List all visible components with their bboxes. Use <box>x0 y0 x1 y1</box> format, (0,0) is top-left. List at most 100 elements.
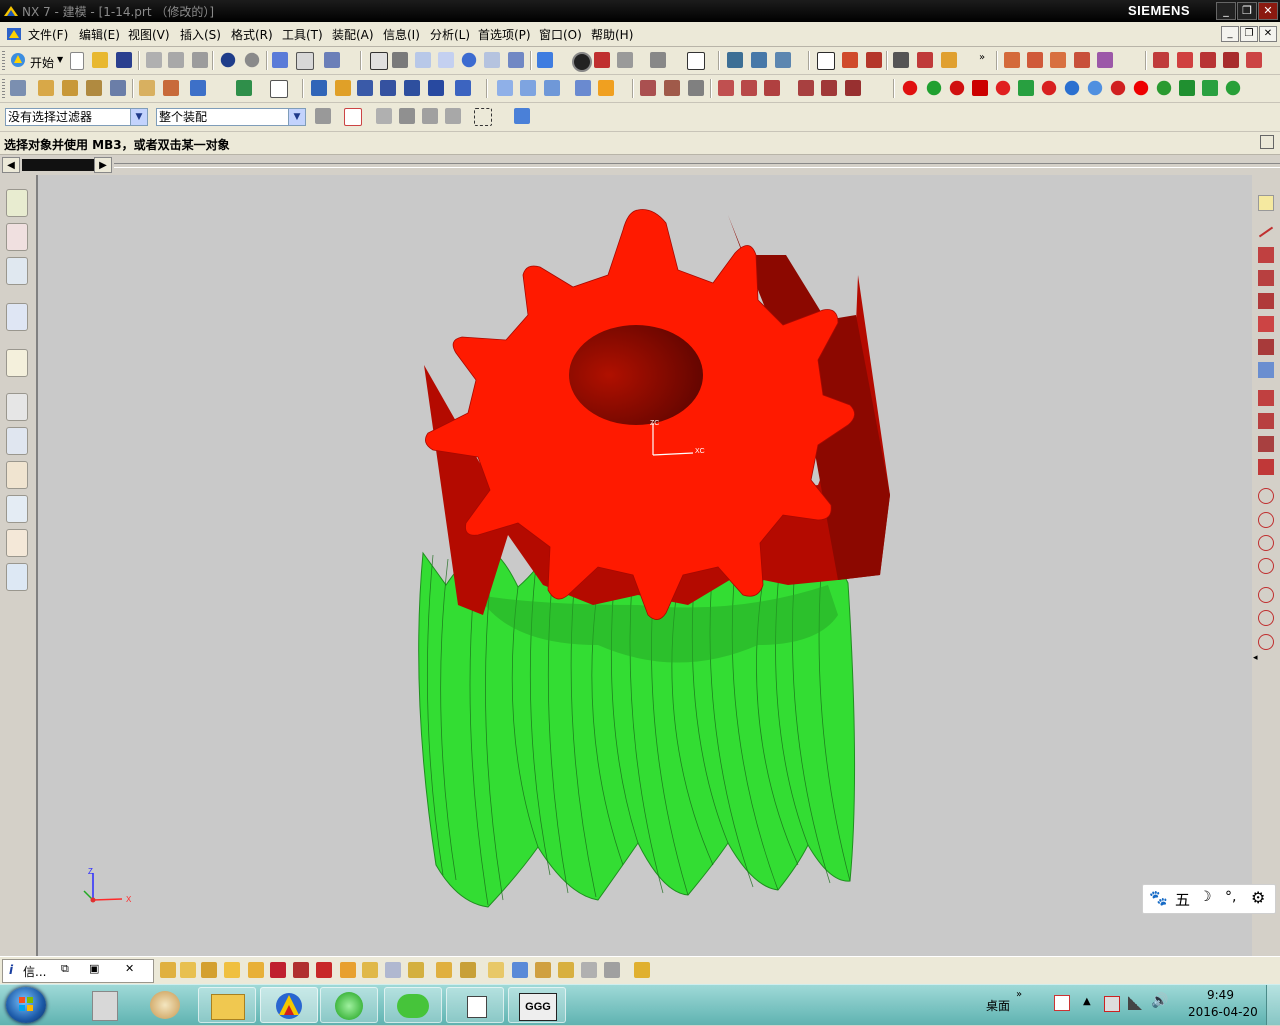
menu-information[interactable]: 信息(I) <box>383 26 420 43</box>
boss-icon[interactable] <box>110 80 126 96</box>
sketch-icon[interactable] <box>311 80 327 96</box>
color-torus-icon[interactable] <box>995 80 1011 96</box>
circle-tangent-icon[interactable] <box>1258 558 1274 574</box>
render-style-icon[interactable] <box>537 52 553 68</box>
color-gear-icon[interactable] <box>1133 80 1149 96</box>
process-studio-tab[interactable] <box>6 461 28 489</box>
paste-icon[interactable] <box>192 52 208 68</box>
assembly-icon-20[interactable] <box>604 962 620 978</box>
punctuation-icon[interactable]: °, <box>1225 889 1236 905</box>
assembly-icon-19[interactable] <box>581 962 597 978</box>
color-ring-icon[interactable] <box>1041 80 1057 96</box>
bisector-icon[interactable] <box>1258 293 1274 309</box>
assembly-icon-14[interactable] <box>460 962 476 978</box>
selection-mode-icon[interactable] <box>817 52 835 70</box>
tab-scroll-left-button[interactable]: ◀ <box>2 157 20 173</box>
wcs-origin-icon[interactable] <box>751 52 767 68</box>
reuse-library-tab[interactable] <box>6 303 28 331</box>
extend-icon[interactable] <box>1258 413 1274 429</box>
gear-icon[interactable]: ⚙ <box>1251 888 1265 907</box>
clock-time[interactable]: 9:49 <box>1207 988 1234 1002</box>
menu-help[interactable]: 帮助(H) <box>591 26 633 43</box>
close-button[interactable]: ✕ <box>1258 2 1278 20</box>
restore-icon[interactable]: ⧉ <box>61 962 69 976</box>
circle-three-point-icon[interactable] <box>1258 535 1274 551</box>
toolbar-overflow-icon[interactable]: ◂ <box>1253 653 1258 663</box>
measure-angle-icon[interactable] <box>941 52 957 68</box>
rectangle-select-icon[interactable] <box>474 108 492 126</box>
studio-icon[interactable] <box>617 52 633 68</box>
hole-icon[interactable] <box>86 80 102 96</box>
fillet-curve-icon[interactable] <box>1258 316 1274 332</box>
toolbar-grip[interactable] <box>2 51 5 70</box>
quick-pick-icon[interactable] <box>422 108 438 124</box>
menu-tools[interactable]: 工具(T) <box>282 26 323 43</box>
save-icon[interactable] <box>116 52 132 68</box>
datum-plane-icon[interactable] <box>270 80 288 98</box>
feature-icon-1[interactable] <box>1004 52 1020 68</box>
trim-icon[interactable] <box>1258 390 1274 406</box>
minimize-button[interactable]: _ <box>1216 2 1236 20</box>
surface-icon-2[interactable] <box>520 80 536 96</box>
color-gear-stack-icon[interactable] <box>1179 80 1195 96</box>
nx-menu-icon[interactable] <box>6 27 22 41</box>
assembly-navigator-tab[interactable] <box>6 189 28 217</box>
assembly-icon-7[interactable] <box>293 962 309 978</box>
web-browser-tab[interactable] <box>6 349 28 377</box>
curve-op-icon-2[interactable] <box>741 80 757 96</box>
redo-icon[interactable] <box>244 52 260 68</box>
parallel-line-icon[interactable] <box>1258 270 1274 286</box>
window-taskbar-button[interactable] <box>446 987 504 1023</box>
open-folder-icon[interactable] <box>92 52 108 68</box>
curve-op-icon-5[interactable] <box>821 80 837 96</box>
assembly-icon-13[interactable] <box>436 962 452 978</box>
graphics-window[interactable]: ZC XC Z X <box>36 175 1254 956</box>
sync-icon-2[interactable] <box>664 80 680 96</box>
toolbar-overflow-icon[interactable]: » <box>979 52 985 63</box>
tray-app-icon[interactable] <box>1054 995 1070 1011</box>
spline-icon[interactable] <box>1258 339 1274 355</box>
perspective-icon[interactable] <box>508 52 524 68</box>
unite-icon[interactable] <box>236 80 252 96</box>
type-filter-dropdown[interactable]: 没有选择过滤器 ▼ <box>5 108 148 126</box>
offset-curve-icon[interactable] <box>1258 459 1274 475</box>
curve-op-icon-6[interactable] <box>845 80 861 96</box>
select-icon[interactable] <box>296 52 314 70</box>
surface-icon-5[interactable] <box>598 80 614 96</box>
feature-icon-2[interactable] <box>1027 52 1043 68</box>
measure-distance-icon[interactable] <box>917 52 933 68</box>
edit-object-icon[interactable] <box>324 52 340 68</box>
color-red-gear-icon[interactable] <box>949 80 965 96</box>
ime-mode-label[interactable]: 五 <box>1175 889 1190 910</box>
assembly-icon-3[interactable] <box>201 962 217 978</box>
selection-scope-dropdown[interactable]: 整个装配 ▼ <box>156 108 306 126</box>
sync-icon-3[interactable] <box>688 80 704 96</box>
zoom-in-out-icon[interactable] <box>438 52 454 68</box>
network-icon[interactable] <box>1128 996 1142 1010</box>
start-dropdown-icon[interactable]: ▼ <box>57 55 63 64</box>
wcs-rotate-icon[interactable] <box>775 52 791 68</box>
close-icon[interactable]: ✕ <box>125 962 134 975</box>
show-desktop-button[interactable] <box>1266 985 1280 1025</box>
shell-icon[interactable] <box>380 80 396 96</box>
curve-icon-2[interactable] <box>1177 52 1193 68</box>
trim-body-icon[interactable] <box>404 80 420 96</box>
edge-blend-icon[interactable] <box>139 80 155 96</box>
curve-op-icon-4[interactable] <box>798 80 814 96</box>
desktop-toolbar-label[interactable]: 桌面 <box>986 997 1010 1014</box>
feature-icon-4[interactable] <box>1074 52 1090 68</box>
sync-icon-1[interactable] <box>640 80 656 96</box>
line-icon[interactable] <box>1258 226 1274 238</box>
menu-assemblies[interactable]: 装配(A) <box>332 26 374 43</box>
doc-minimize-button[interactable]: _ <box>1221 26 1239 42</box>
assembly-icon-17[interactable] <box>535 962 551 978</box>
color-blue-ring-icon[interactable] <box>1064 80 1080 96</box>
assembly-icon-12[interactable] <box>408 962 424 978</box>
menu-insert[interactable]: 插入(S) <box>180 26 221 43</box>
curve-icon-1[interactable] <box>1153 52 1169 68</box>
maximize-icon[interactable]: ▣ <box>89 962 99 975</box>
color-gear-red-icon[interactable] <box>1110 80 1126 96</box>
window-title-bar[interactable]: NX 7 - 建模 - [1-14.prt （修改的）] SIEMENS _ ❐… <box>0 0 1280 22</box>
feature-icon-5[interactable] <box>1097 52 1113 68</box>
assembly-icon-2[interactable] <box>180 962 196 978</box>
